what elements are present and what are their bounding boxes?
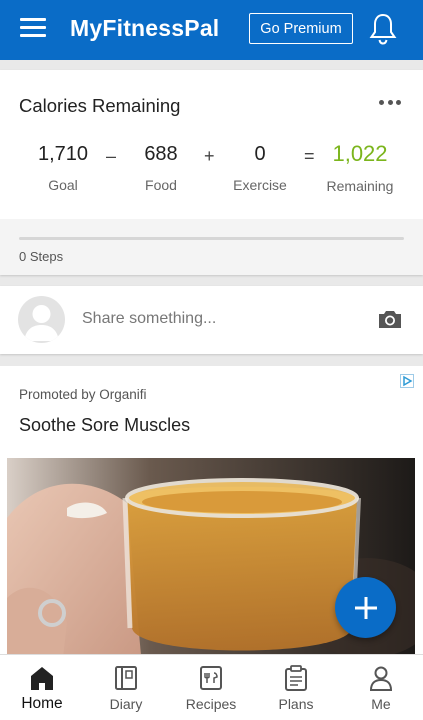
app-title: MyFitnessPal bbox=[70, 15, 220, 41]
minus-operator: – bbox=[106, 146, 117, 166]
remaining-value: 1,022 bbox=[332, 141, 388, 166]
plus-icon bbox=[354, 596, 377, 619]
share-input[interactable]: Share something... bbox=[82, 310, 216, 328]
go-premium-button[interactable]: Go Premium bbox=[249, 13, 353, 44]
nav-recipes[interactable]: Recipes bbox=[169, 655, 253, 720]
plus-operator: + bbox=[204, 146, 215, 166]
adchoices-icon[interactable] bbox=[400, 374, 414, 388]
home-icon bbox=[31, 667, 53, 690]
share-card: Share something... bbox=[0, 286, 423, 354]
notification-bell-icon[interactable] bbox=[368, 12, 398, 46]
calories-card-title: Calories Remaining bbox=[19, 95, 181, 116]
diary-icon bbox=[115, 666, 137, 690]
calories-equation: 1,710 Goal – 688 Food + 0 Exercise = 1,0… bbox=[0, 141, 423, 203]
food-label: Food bbox=[145, 177, 177, 193]
goal-value: 1,710 bbox=[37, 143, 89, 165]
nav-home-label: Home bbox=[21, 695, 63, 712]
more-options-icon[interactable] bbox=[379, 100, 401, 108]
goal-label: Goal bbox=[48, 177, 78, 193]
promo-title[interactable]: Soothe Sore Muscles bbox=[19, 415, 190, 436]
exercise-value: 0 bbox=[254, 143, 266, 165]
person-icon bbox=[369, 666, 393, 691]
food-column: 688 Food bbox=[131, 143, 191, 193]
remaining-label: Remaining bbox=[326, 178, 394, 194]
goal-column: 1,710 Goal bbox=[33, 143, 93, 193]
hamburger-menu-icon[interactable] bbox=[20, 18, 46, 40]
promoted-by-label: Promoted by Organifi bbox=[19, 387, 147, 402]
recipes-icon bbox=[200, 666, 222, 690]
camera-icon[interactable] bbox=[377, 308, 403, 330]
add-entry-button[interactable] bbox=[335, 577, 396, 638]
exercise-column: 0 Exercise bbox=[225, 143, 295, 193]
nav-diary-label: Diary bbox=[109, 696, 143, 712]
equals-operator: = bbox=[304, 146, 315, 166]
steps-section[interactable]: 0 Steps bbox=[0, 219, 423, 275]
remaining-column: 1,022 Remaining bbox=[322, 141, 398, 194]
bottom-navigation: Home Diary Recipes Plans Me bbox=[0, 654, 423, 720]
steps-progress-bar bbox=[19, 237, 404, 240]
nav-home[interactable]: Home bbox=[0, 655, 84, 720]
nav-plans[interactable]: Plans bbox=[254, 655, 338, 720]
calories-remaining-card[interactable]: Calories Remaining 1,710 Goal – 688 Food… bbox=[0, 70, 423, 275]
nav-diary[interactable]: Diary bbox=[84, 655, 168, 720]
nav-recipes-label: Recipes bbox=[185, 696, 237, 712]
plans-icon bbox=[285, 665, 307, 691]
exercise-label: Exercise bbox=[233, 177, 287, 193]
avatar[interactable] bbox=[18, 296, 65, 343]
nav-me-label: Me bbox=[371, 696, 391, 712]
food-value: 688 bbox=[144, 143, 178, 165]
steps-count: 0 Steps bbox=[19, 249, 64, 264]
default-avatar-icon bbox=[24, 305, 59, 341]
nav-plans-label: Plans bbox=[278, 696, 314, 712]
app-bar: MyFitnessPal Go Premium bbox=[0, 0, 423, 60]
nav-me[interactable]: Me bbox=[339, 655, 423, 720]
